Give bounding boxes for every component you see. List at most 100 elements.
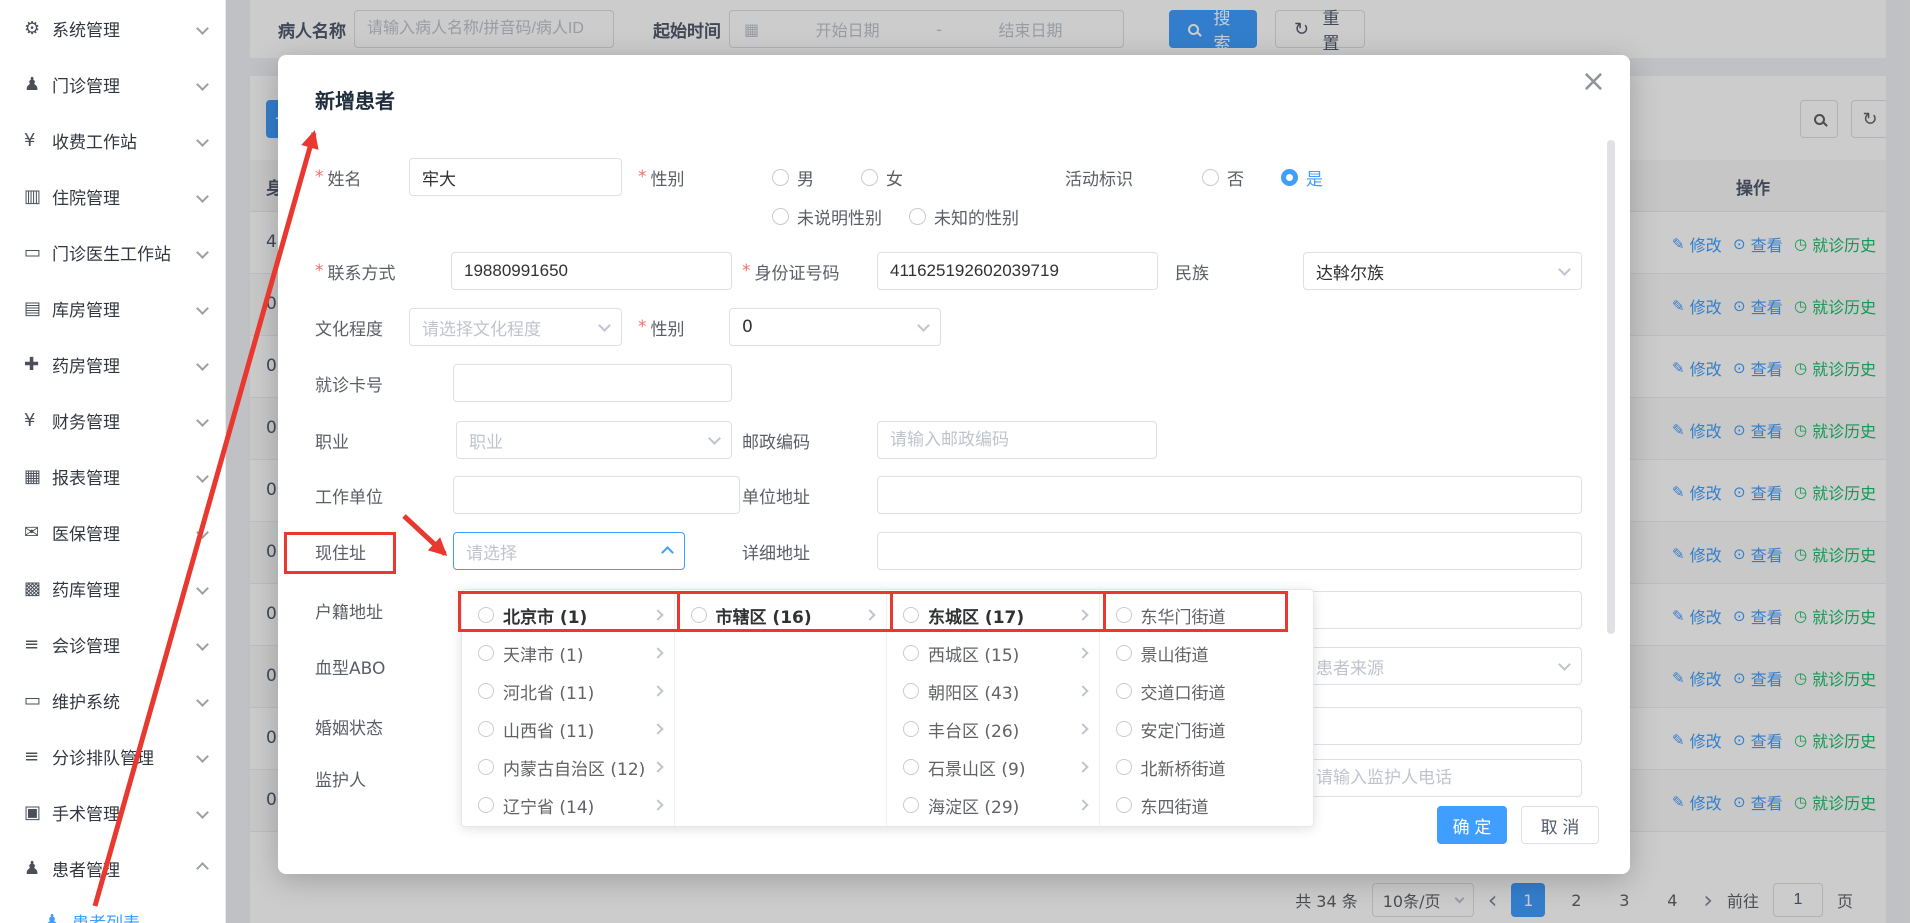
radio-icon[interactable] <box>903 645 919 661</box>
radio-icon[interactable] <box>903 797 919 813</box>
occupation-select[interactable]: 职业 <box>456 421 732 459</box>
ethnicity-select[interactable]: 达斡尔族 <box>1303 252 1582 290</box>
ethnicity-label: 民族 <box>1175 252 1209 290</box>
cascader-option[interactable]: 西城区 (15) <box>887 634 1099 672</box>
sidebar-subitem-patient-list[interactable]: ♟ 患者列表 <box>0 896 225 923</box>
right-column-input-1[interactable] <box>1303 591 1582 629</box>
cascader-option[interactable]: 市辖区 (16) <box>675 596 887 634</box>
radio-unspecified-gender[interactable]: 未说明性别 <box>772 197 882 235</box>
work-unit-input[interactable] <box>453 476 740 514</box>
sidebar-item-warehouse-management[interactable]: ▤ 库房管理 <box>0 280 225 336</box>
cascader-option[interactable]: 北京市 (1) <box>462 596 674 634</box>
marital-status-label-text: 婚姻状态 <box>315 714 383 739</box>
right-column-input-2[interactable] <box>1303 707 1582 745</box>
education-select[interactable]: 请选择文化程度 <box>409 308 622 346</box>
cascader-option[interactable]: 东城区 (17) <box>887 596 1099 634</box>
cascader-option[interactable]: 北新桥街道 <box>1100 748 1314 786</box>
cascader-column-province: 北京市 (1) 天津市 (1) 河北省 (11) 山西省 <box>462 590 675 826</box>
sidebar-item-report-management[interactable]: ▦ 报表管理 <box>0 448 225 504</box>
sidebar-item-finance-management[interactable]: ¥ 财务管理 <box>0 392 225 448</box>
sidebar-item-surgery-management[interactable]: ▣ 手术管理 <box>0 784 225 840</box>
radio-icon[interactable] <box>903 721 919 737</box>
radio-female[interactable]: 女 <box>861 158 903 196</box>
sidebar-item-insurance-management[interactable]: ✉ 医保管理 <box>0 504 225 560</box>
cascader-option[interactable]: 东四街道 <box>1100 786 1314 824</box>
radio-yes[interactable]: 是 <box>1281 158 1323 196</box>
cascader-column-district: 东城区 (17) 西城区 (15) 朝阳区 (43) 丰台 <box>887 590 1100 826</box>
active-flag-label-text: 活动标识 <box>1065 165 1133 190</box>
radio-icon[interactable] <box>478 683 494 699</box>
radio-icon[interactable] <box>1116 645 1132 661</box>
cascader-option[interactable]: 安定门街道 <box>1100 710 1314 748</box>
cascader-option[interactable]: 内蒙古自治区 (12) <box>462 748 674 786</box>
radio-icon[interactable] <box>1116 683 1132 699</box>
sidebar-item-drug-storage-management[interactable]: ▩ 药库管理 <box>0 560 225 616</box>
name-input[interactable] <box>409 158 622 196</box>
cascader-option[interactable]: 海淀区 (29) <box>887 786 1099 824</box>
radio-icon[interactable] <box>1116 759 1132 775</box>
radio-icon[interactable] <box>478 645 494 661</box>
cascader-option[interactable]: 景山街道 <box>1100 634 1314 672</box>
cascader-option[interactable]: 交道口街道 <box>1100 672 1314 710</box>
sidebar-item-patient-management[interactable]: ♟ 患者管理 <box>0 840 225 896</box>
household-address-label: 户籍地址 <box>315 591 383 629</box>
cascader-option[interactable]: 辽宁省 (14) <box>462 786 674 824</box>
radio-icon[interactable] <box>478 721 494 737</box>
sidebar-item-consultation-management[interactable]: ≡ 会诊管理 <box>0 616 225 672</box>
id-number-input[interactable] <box>877 252 1158 290</box>
sidebar-item-system-management[interactable]: ⚙ 系统管理 <box>0 0 225 56</box>
chevron-down-icon <box>196 22 209 35</box>
cascader-option[interactable]: 山西省 (11) <box>462 710 674 748</box>
confirm-button[interactable]: 确 定 <box>1437 806 1507 844</box>
card-no-input[interactable] <box>453 364 732 402</box>
radio-icon[interactable] <box>478 607 494 623</box>
radio-icon[interactable] <box>1116 607 1132 623</box>
sidebar-item-triage-queue-management[interactable]: ≡ 分诊排队管理 <box>0 728 225 784</box>
cascader-option[interactable]: 东华门街道 <box>1100 596 1314 634</box>
close-icon[interactable]: × <box>1581 67 1606 97</box>
sidebar-item-pharmacy-management[interactable]: ✚ 药房管理 <box>0 336 225 392</box>
current-address-label: 现住址 <box>315 532 366 570</box>
radio-icon[interactable] <box>903 683 919 699</box>
chevron-down-icon <box>1558 263 1571 276</box>
sidebar-item-outpatient-doctor-workstation[interactable]: ▭ 门诊医生工作站 <box>0 224 225 280</box>
gender-select[interactable]: 0 <box>729 308 941 346</box>
sidebar-item-maintenance-system[interactable]: ▭ 维护系统 <box>0 672 225 728</box>
sidebar-item-inpatient-management[interactable]: ▥ 住院管理 <box>0 168 225 224</box>
blood-type-label-text: 血型ABO <box>315 654 385 679</box>
current-address-placeholder: 请选择 <box>466 539 517 564</box>
radio-male[interactable]: 男 <box>772 158 814 196</box>
cascader-option[interactable]: 朝阳区 (43) <box>887 672 1099 710</box>
radio-icon[interactable] <box>1116 797 1132 813</box>
radio-icon[interactable] <box>903 759 919 775</box>
radio-unknown-gender[interactable]: 未知的性别 <box>909 197 1019 235</box>
radio-no[interactable]: 否 <box>1202 158 1244 196</box>
chevron-down-icon <box>196 750 209 763</box>
mail-icon: ✉ <box>24 522 52 543</box>
postal-code-input[interactable] <box>877 421 1157 459</box>
current-address-select[interactable]: 请选择 <box>453 532 685 570</box>
card-no-label-text: 就诊卡号 <box>315 371 383 396</box>
contact-input[interactable] <box>451 252 732 290</box>
cascader-option[interactable]: 天津市 (1) <box>462 634 674 672</box>
cascader-option[interactable]: 石景山区 (9) <box>887 748 1099 786</box>
radio-icon[interactable] <box>478 797 494 813</box>
patient-source-select[interactable]: 患者来源 <box>1303 647 1582 685</box>
sidebar-item-outpatient-management[interactable]: ♟ 门诊管理 <box>0 56 225 112</box>
education-label-text: 文化程度 <box>315 315 383 340</box>
radio-icon[interactable] <box>478 759 494 775</box>
id-number-label-text: 身份证号码 <box>755 259 840 284</box>
radio-icon[interactable] <box>691 607 707 623</box>
cascader-option-label: 市辖区 (16) <box>716 603 867 628</box>
sidebar-item-charging-workstation[interactable]: ¥ 收费工作站 <box>0 112 225 168</box>
cancel-button[interactable]: 取 消 <box>1521 806 1599 844</box>
cascader-option[interactable]: 丰台区 (26) <box>887 710 1099 748</box>
radio-icon[interactable] <box>903 607 919 623</box>
modal-scrollbar[interactable] <box>1607 140 1615 634</box>
detail-address-input[interactable] <box>877 532 1582 570</box>
guardian-phone-input[interactable] <box>1303 759 1582 797</box>
chevron-down-icon <box>196 190 209 203</box>
radio-icon[interactable] <box>1116 721 1132 737</box>
cascader-option[interactable]: 河北省 (11) <box>462 672 674 710</box>
unit-address-input[interactable] <box>877 476 1582 514</box>
